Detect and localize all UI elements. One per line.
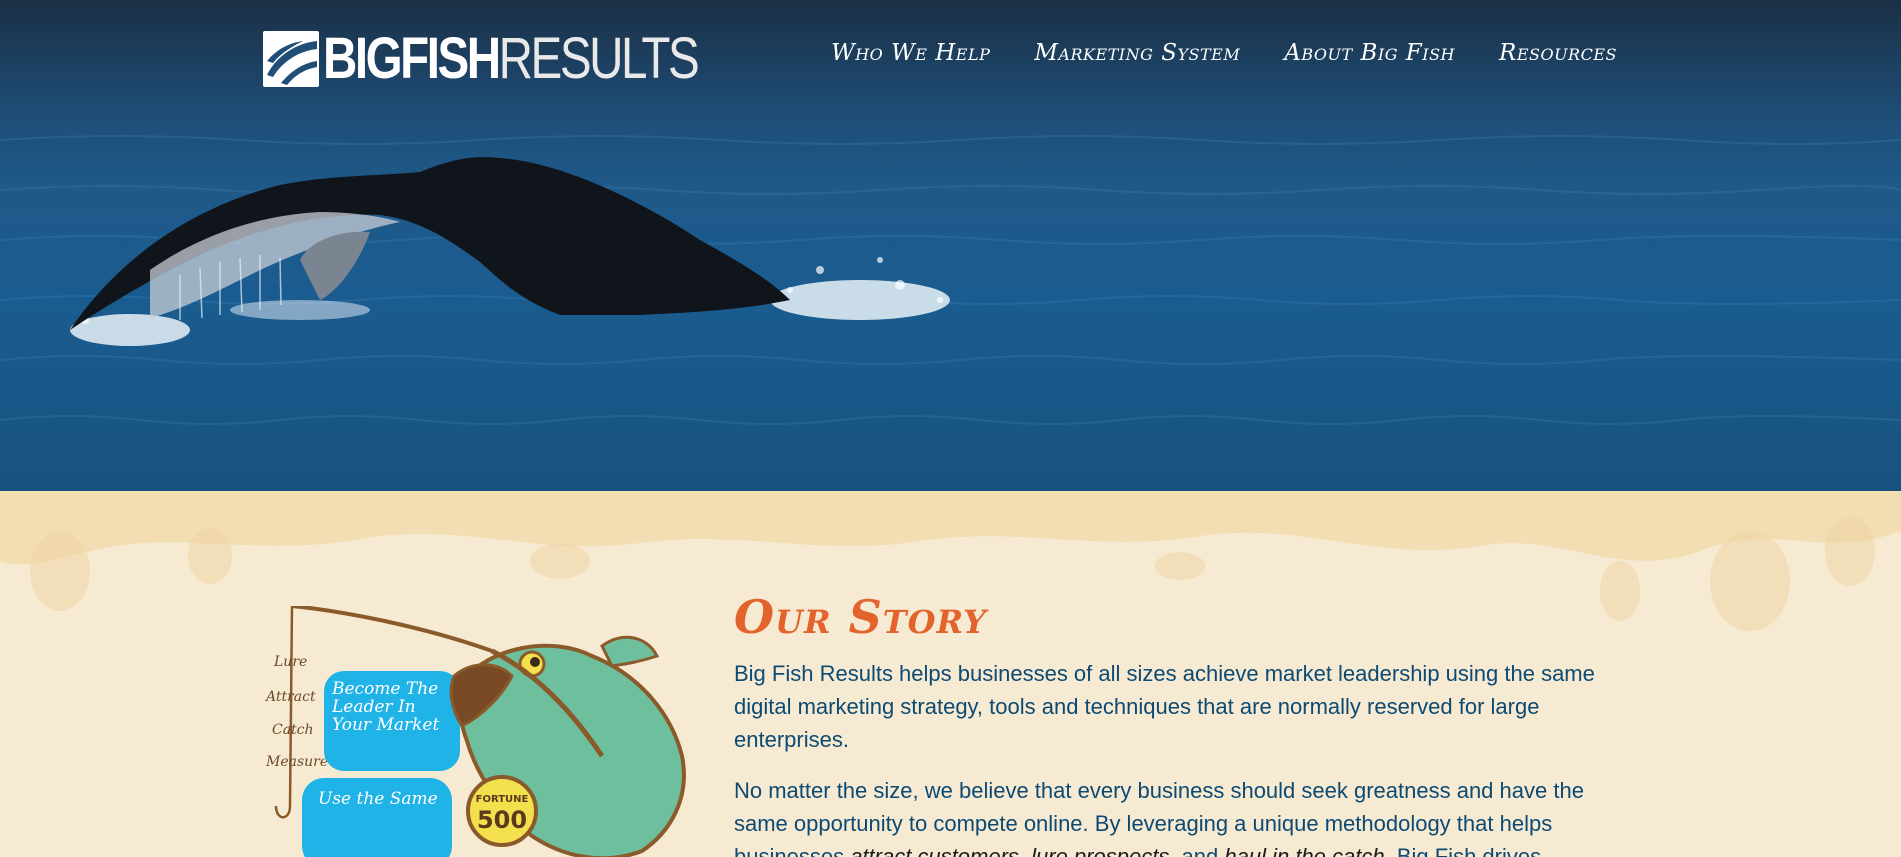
main-nav: Who We Help Marketing System About Big F… <box>831 40 1617 66</box>
step-lure: Lure <box>273 654 307 670</box>
logo-wordmark: BIGFISHRESULTS <box>323 30 700 88</box>
para2-sep-1: , <box>1018 844 1032 857</box>
story-paragraph-1: Big Fish Results helps businesses of all… <box>734 661 1595 752</box>
site-logo[interactable]: BIGFISHRESULTS <box>263 30 779 88</box>
para2-end: . Big Fish drives <box>1384 844 1542 857</box>
nav-resources[interactable]: Resources <box>1499 40 1617 66</box>
para2-em-lure: lure prospects <box>1031 844 1170 857</box>
our-story-section: Lure Attract Catch Measure Become The Le… <box>0 491 1901 857</box>
badge-fortune-text: FORTUNE <box>476 794 529 805</box>
fish-logo-icon <box>263 31 319 87</box>
para2-em-haul: haul in the catch <box>1224 844 1385 857</box>
nav-marketing-system[interactable]: Marketing System <box>1034 40 1240 66</box>
nav-who-we-help[interactable]: Who We Help <box>831 40 990 66</box>
step-attract: Attract <box>264 689 316 705</box>
story-title: Our Story <box>734 590 987 644</box>
logo-text-light: RESULTS <box>498 26 700 91</box>
fish-marketing-illustration: Lure Attract Catch Measure Become The Le… <box>262 604 702 857</box>
bubble-2-text: Use the Same <box>318 790 438 809</box>
hero-banner: BIGFISHRESULTS Who We Help Marketing Sys… <box>0 0 1901 491</box>
story-text: Our Story Big Fish Results helps busines… <box>734 589 1634 857</box>
nav-about-big-fish[interactable]: About Big Fish <box>1284 40 1455 66</box>
para2-sep-2: , and <box>1169 844 1225 857</box>
badge-500-text: 500 <box>477 806 527 834</box>
step-catch: Catch <box>272 722 314 738</box>
logo-text-bold: BIGFISH <box>323 26 501 91</box>
para2-em-attract: attract customers <box>850 844 1019 857</box>
step-measure: Measure <box>265 754 328 770</box>
story-paragraph-2: No matter the size, we believe that ever… <box>734 774 1634 857</box>
bubble-1-text: Become The Leader In Your Market <box>332 680 440 735</box>
